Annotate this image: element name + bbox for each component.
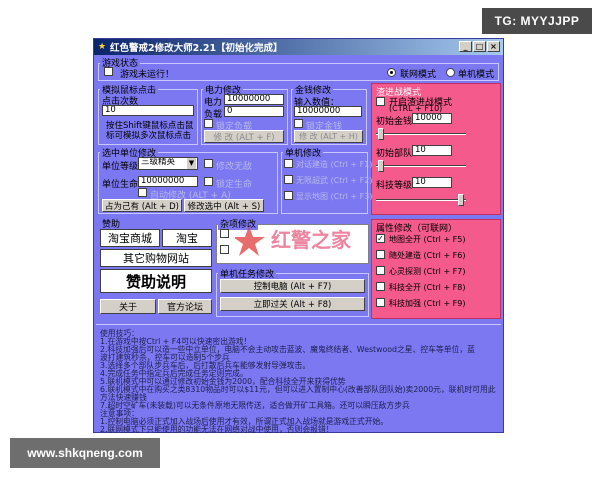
misc-checkbox-1[interactable] <box>220 229 229 238</box>
close-button[interactable]: × <box>487 41 500 52</box>
initial-money-label: 初始金钱 <box>376 117 413 127</box>
minimize-button[interactable]: _ <box>459 41 472 52</box>
attr-item-label: 地图全开 (Ctrl + F5) <box>389 235 466 244</box>
sponsor-info-button[interactable]: 赞助说明 <box>100 269 212 293</box>
control-pc-button[interactable]: 控制电脑 (Alt + F7) <box>220 279 365 293</box>
enable-red-alert-checkbox[interactable] <box>376 97 385 106</box>
attr-checkbox-4[interactable] <box>376 282 385 291</box>
modify-selected-button[interactable]: 修改选中 (Alt + S) <box>184 199 264 212</box>
single-mode-label: 单机模式 <box>458 70 495 80</box>
single-edit-label: 单机修改 <box>283 146 324 159</box>
attr-checkbox-2[interactable] <box>376 250 385 259</box>
tech-level-label: 科技等级 <box>376 181 413 191</box>
screenshot-stage: { "overlay": { "tg_tag": "TG: MYYJJPP", … <box>0 0 600 480</box>
site-tag: www.shkqneng.com <box>10 438 160 468</box>
instant-win-button[interactable]: 立即过关 (Alt + F8) <box>220 297 365 311</box>
app-logo-icon: ★ <box>97 42 107 52</box>
tech-level-input[interactable]: 10 <box>412 177 452 188</box>
unit-level-value: 三级精英 <box>141 157 176 167</box>
taobao-mall-button[interactable]: 淘宝商城 <box>100 229 160 247</box>
lock-hp-checkbox[interactable] <box>204 177 213 186</box>
chevron-down-icon: ▼ <box>187 158 196 169</box>
attr-item-label: 心灵探测 (Ctrl + F7) <box>389 267 466 276</box>
lock-money-checkbox[interactable] <box>294 119 303 128</box>
power-input[interactable]: 10000000 <box>224 94 284 105</box>
load-input[interactable]: 0 <box>224 106 284 117</box>
initial-army-label: 初始部队 <box>376 149 413 159</box>
auto-modify-checkbox[interactable] <box>138 188 147 197</box>
usage-tip-line: 7.超时空矿车(未装载)可以无条件原地无限传送，适合做开矿工具箱。还可以瞬压敌方… <box>100 401 410 410</box>
money-input[interactable]: 10000000 <box>294 106 362 117</box>
game-status-checkbox[interactable] <box>104 67 113 76</box>
initial-army-input[interactable]: 10 <box>412 145 452 156</box>
misc-checkbox-2[interactable] <box>220 245 229 254</box>
initial-money-slider[interactable] <box>376 128 466 140</box>
usage-tips-panel: 使用技巧： 1.在游戏中按Ctrl + F4可以快速密出游戏！ 2.科技加强后可以造… <box>96 324 501 434</box>
tg-tag: TG: MYYJJPP <box>482 8 592 34</box>
red-alert-hotkey: (CTRL + F10) <box>389 104 443 113</box>
tech-level-slider[interactable] <box>376 194 466 206</box>
online-mode-radio[interactable] <box>387 68 396 77</box>
taobao-button[interactable]: 淘宝 <box>162 229 212 247</box>
single-edit-item-3: 显示地图 (Ctrl + F3) <box>296 192 373 201</box>
usage-tip-line: 6.联机模式中在购买之类8310物品时可以$11元，但可以进入置制中心(改善部队… <box>100 385 496 394</box>
mouse-hint-line2: 标可模拟多次鼠标点击 <box>106 131 192 141</box>
attr-checkbox-1[interactable]: ✓ <box>376 234 385 243</box>
single-edit-checkbox-2[interactable] <box>284 175 293 184</box>
other-shops-button[interactable]: 其它购物网站 <box>100 249 212 267</box>
attr-checkbox-3[interactable] <box>376 266 385 275</box>
occupy-button[interactable]: 占为己有 (Alt + D) <box>102 199 182 212</box>
unit-hp-input[interactable]: 10000000 <box>138 176 198 187</box>
app-window: ★ 红色警戒2修改大师2.21【初始化完成】 _ □ × 游戏状态 游戏未运行！… <box>93 38 504 434</box>
attr-item-label: 随处建造 (Ctrl + F6) <box>389 251 466 260</box>
single-edit-checkbox-3[interactable] <box>284 191 293 200</box>
invincible-checkbox[interactable] <box>204 159 213 168</box>
initial-money-input[interactable]: 10000 <box>412 113 452 124</box>
about-button[interactable]: 关于 <box>100 299 156 314</box>
window-title: 红色警戒2修改大师2.21【初始化完成】 <box>110 43 283 54</box>
attr-edit-label: 属性修改（可联网） <box>376 224 458 234</box>
unit-level-label: 单位等级 <box>102 162 139 172</box>
attr-item-label: 科技加强 (Ctrl + F9) <box>389 299 466 308</box>
power-modify-button[interactable]: 修 改 (ALT + F) <box>204 130 284 143</box>
single-mode-radio[interactable] <box>446 68 455 77</box>
title-bar: ★ 红色警戒2修改大师2.21【初始化完成】 _ □ × <box>94 39 503 55</box>
attr-item-label: 科技全开 (Ctrl + F8) <box>389 283 466 292</box>
initial-army-slider[interactable] <box>376 160 466 172</box>
online-mode-label: 联网模式 <box>400 70 437 80</box>
maximize-button[interactable]: □ <box>473 41 486 52</box>
invincible-label: 修改无敌 <box>216 162 253 172</box>
unit-level-select[interactable]: 三级精英 ▼ <box>138 157 198 170</box>
single-edit-item-1: 对话建造 (Ctrl + F1) <box>296 160 373 169</box>
click-count-input[interactable]: 10 <box>102 105 194 116</box>
unit-hp-label: 单位生命 <box>102 180 139 190</box>
money-modify-button[interactable]: 修 改 (ALT + H) <box>294 130 363 143</box>
single-edit-item-2: 无限超武 (Ctrl + F2) <box>296 176 373 185</box>
attr-checkbox-5[interactable] <box>376 298 385 307</box>
usage-tip-line: 2.联网模式下只能使用的功能无法在网络对战中使用，否则会报错！ <box>100 425 334 434</box>
single-edit-checkbox-1[interactable] <box>284 159 293 168</box>
game-status-text: 游戏未运行！ <box>120 70 175 80</box>
forum-button[interactable]: 官方论坛 <box>158 299 212 314</box>
lock-load-checkbox[interactable] <box>204 119 213 128</box>
misc-edit-panel <box>216 224 369 264</box>
